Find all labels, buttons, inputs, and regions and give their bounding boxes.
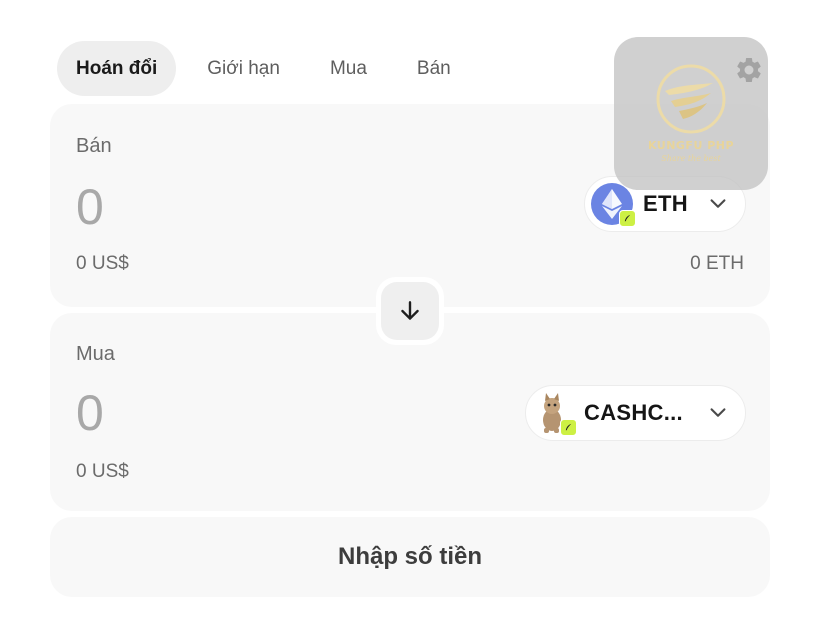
swap-direction-button[interactable] (376, 277, 444, 345)
ethereum-icon (591, 183, 636, 227)
arrow-down-icon (401, 301, 419, 320)
watermark-logo: KUNGFU PHP Share the best (614, 37, 768, 190)
kungfu-logo-icon (656, 64, 726, 134)
watermark-name: KUNGFU PHP (647, 139, 735, 152)
sell-token-symbol: ETH (643, 191, 688, 216)
enter-amount-button[interactable]: Nhập số tiền (50, 517, 770, 597)
trade-mode-tabs: Hoán đổi Giới hạn Mua Bán (57, 41, 482, 96)
tab-swap[interactable]: Hoán đổi (57, 41, 177, 96)
feather-icon (560, 419, 577, 436)
chevron-down-icon (710, 408, 726, 417)
tab-limit[interactable]: Giới hạn (188, 41, 299, 96)
buy-token-symbol: CASHC... (584, 400, 683, 425)
chevron-down-icon (710, 199, 726, 208)
sell-usd-value: 0 US$ (76, 253, 129, 274)
buy-amount-input[interactable]: 0 (76, 388, 104, 438)
tab-sell[interactable]: Bán (398, 41, 470, 96)
buy-token-selector[interactable]: CASHC... (525, 385, 746, 441)
watermark-slogan: Share the best (661, 154, 721, 163)
buy-label: Mua (76, 343, 115, 365)
sell-amount-input[interactable]: 0 (76, 182, 104, 232)
buy-usd-value: 0 US$ (76, 461, 129, 482)
tab-buy[interactable]: Mua (311, 41, 386, 96)
sell-balance: 0 ETH (690, 253, 744, 274)
sell-label: Bán (76, 135, 112, 157)
feather-icon (619, 210, 636, 227)
cat-token-icon (532, 392, 577, 436)
